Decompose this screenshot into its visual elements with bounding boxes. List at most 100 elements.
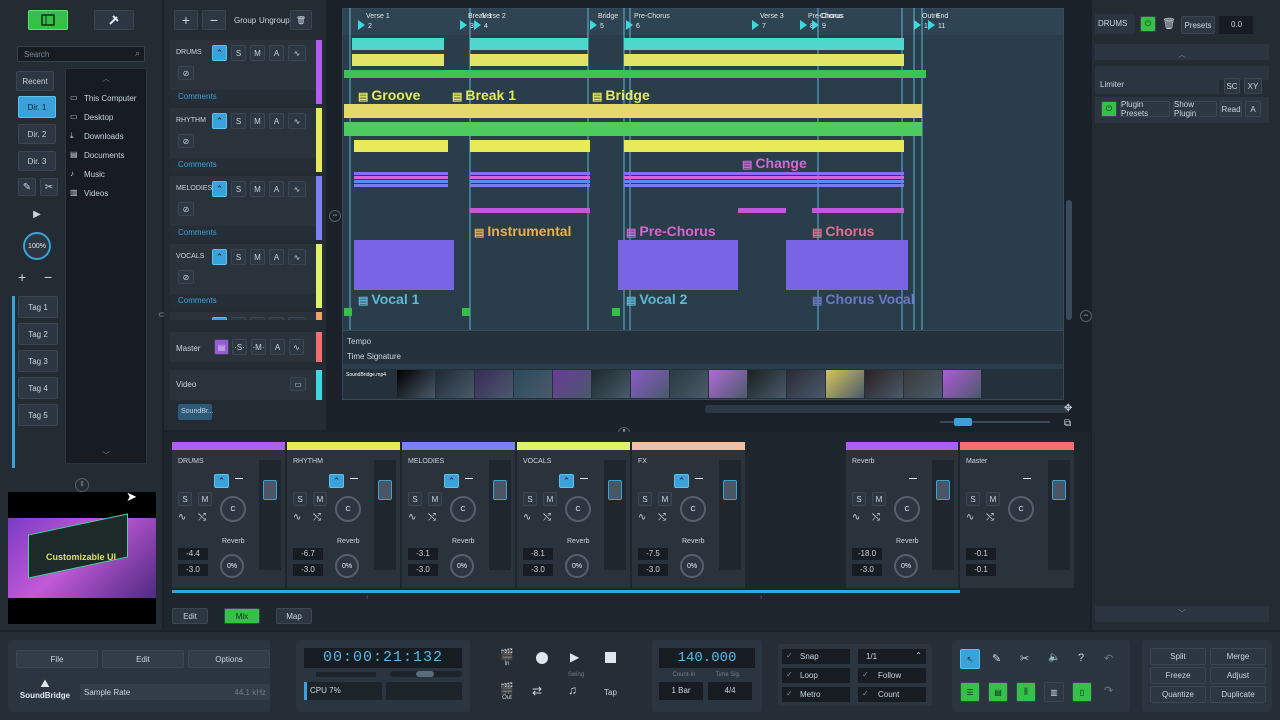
fader[interactable] <box>1048 460 1070 570</box>
sidechain-button[interactable]: SC <box>1224 78 1240 94</box>
curve-button[interactable]: ∿ <box>288 317 306 320</box>
link-button[interactable]: ⊘ <box>178 270 194 284</box>
search-input[interactable]: Search ⌕ <box>17 46 145 62</box>
mute-button[interactable]: M <box>313 492 327 506</box>
melody-clip[interactable] <box>624 172 904 175</box>
shuffle-icon[interactable]: ⤭ <box>428 512 436 523</box>
vocal-clip[interactable] <box>354 240 454 290</box>
master-mute-button[interactable]: ·M· <box>251 339 266 355</box>
melody-clip[interactable] <box>354 172 448 175</box>
solo-button[interactable]: S <box>293 492 307 506</box>
loop-mode-button[interactable]: ⇄ <box>532 684 542 698</box>
mute-button[interactable]: M <box>543 492 557 506</box>
master-fx-button[interactable]: ▤ <box>214 339 229 355</box>
melody-clip[interactable] <box>354 176 448 179</box>
edit-menu[interactable]: Edit <box>102 650 184 668</box>
track-header-fx[interactable]: FX⌃SMA∿⊘ <box>170 312 322 320</box>
phone-view-button[interactable]: ▯ <box>1072 682 1092 702</box>
fader[interactable] <box>932 460 954 570</box>
send-knob[interactable]: 0% <box>220 554 244 578</box>
dir-2-button[interactable]: Dir. 2 <box>18 124 56 144</box>
pan-knob[interactable]: C <box>335 496 361 522</box>
pan-field[interactable]: -3.0 <box>638 564 668 576</box>
grid-select[interactable]: 1/1 ⌃ <box>858 649 926 664</box>
fader-handle[interactable] <box>936 480 950 500</box>
master-solo-button[interactable]: ·S· <box>232 339 247 355</box>
send-knob[interactable]: 0% <box>565 554 589 578</box>
plugin-slot[interactable]: Limiter <box>1095 76 1219 94</box>
drum-clip[interactable] <box>470 38 588 50</box>
curve-icon[interactable]: ∿ <box>293 512 301 523</box>
melody-clip[interactable] <box>470 184 590 187</box>
curve-icon[interactable]: ∿ <box>178 512 186 523</box>
automation-button[interactable]: A <box>269 317 284 320</box>
link-button[interactable]: ⊘ <box>178 66 194 80</box>
master-curve-button[interactable]: ∿ <box>289 339 304 355</box>
location-item[interactable]: ▤ Documents <box>70 150 144 164</box>
dir-3-button[interactable]: Dir. 3 <box>18 151 56 171</box>
master-automation-button[interactable]: A <box>270 339 285 355</box>
curve-button[interactable]: ∿ <box>288 113 306 129</box>
drum-fill-clip[interactable] <box>344 70 926 78</box>
send-knob[interactable]: 0% <box>894 554 918 578</box>
pencil-tool-button[interactable]: ✎ <box>992 652 1001 665</box>
comments-row[interactable]: Comments <box>170 294 316 308</box>
marker-5[interactable]: 5 Bridge <box>590 12 618 34</box>
chevron-left-icon[interactable]: ‹ <box>366 594 368 601</box>
in-button[interactable]: 🎬 In <box>494 648 520 670</box>
vocal-clip[interactable] <box>618 240 738 290</box>
curve-icon[interactable]: ∿ <box>523 512 531 523</box>
monitor-button[interactable]: ⌃ <box>212 45 227 61</box>
pan-field[interactable]: -3.0 <box>408 564 438 576</box>
melody-clip[interactable] <box>470 172 590 175</box>
automation-button[interactable]: A <box>269 45 284 61</box>
zoom-slider[interactable] <box>940 418 1050 426</box>
shuffle-icon[interactable]: ⤭ <box>543 512 551 523</box>
record-button[interactable] <box>536 652 548 664</box>
tab-mix[interactable]: Mix <box>224 608 260 624</box>
video-track-header[interactable]: Video ▭ <box>170 370 322 400</box>
pointer-tool-button[interactable]: ↖ <box>960 649 980 669</box>
chevron-down-icon[interactable]: ﹀ <box>102 450 110 461</box>
loop-toggle[interactable]: ✓ Loop <box>782 668 850 683</box>
pan-field[interactable]: -3.0 <box>178 564 208 576</box>
automation-a-button[interactable]: A <box>1245 101 1261 117</box>
tag-4-button[interactable]: Tag 4 <box>18 377 58 399</box>
mute-button[interactable]: M <box>250 45 265 61</box>
vertical-scrollbar[interactable] <box>1066 40 1072 330</box>
solo-button[interactable]: S <box>231 249 246 265</box>
collapse-tracks-handle[interactable]: ⇔ <box>329 210 341 222</box>
position-slider[interactable] <box>390 671 462 677</box>
redo-button[interactable]: ↷ <box>1104 684 1113 697</box>
pan-knob[interactable]: C <box>450 496 476 522</box>
melody-clip[interactable] <box>624 176 904 179</box>
send-knob[interactable]: 0% <box>450 554 474 578</box>
volume-field[interactable]: -7.5 <box>638 548 668 560</box>
dir-1-button[interactable]: Dir. 1 <box>18 96 56 118</box>
drum-clip[interactable] <box>352 38 444 50</box>
track-delete-button[interactable]: 🗑 <box>1162 17 1176 30</box>
fader-handle[interactable] <box>493 480 507 500</box>
plugin-presets-button[interactable]: Plugin Presets <box>1120 100 1170 118</box>
pan-knob[interactable]: C <box>220 496 246 522</box>
fader[interactable] <box>374 460 396 570</box>
curve-icon[interactable]: ∿ <box>638 512 646 523</box>
volume-field[interactable]: -3.1 <box>408 548 438 560</box>
comments-row[interactable]: Comments <box>170 90 316 104</box>
presets-button[interactable]: Presets <box>1181 16 1215 34</box>
speaker-tool-button[interactable]: 🔈 <box>1048 652 1060 663</box>
count-in-select[interactable]: 1 Bar <box>659 682 703 700</box>
plugin-power-button[interactable]: ⏻ <box>1101 101 1117 117</box>
monitor-button[interactable]: ⌃ <box>444 474 459 488</box>
marker-6[interactable]: 6 Pre-Chorus <box>626 12 670 34</box>
curve-button[interactable]: ∿ <box>288 181 306 197</box>
play-preview-button[interactable]: ▶ <box>28 205 46 223</box>
pan-knob[interactable]: C <box>1008 496 1034 522</box>
time-sig-select[interactable]: 4/4 <box>708 682 752 700</box>
tempo-lane[interactable]: Tempo Time Signature <box>343 330 1063 364</box>
solo-button[interactable]: S <box>523 492 537 506</box>
location-item[interactable]: ▭ This Computer <box>70 93 144 107</box>
add-tag-button[interactable]: + <box>18 269 26 285</box>
master-track-header[interactable]: Master ▤ ·S· ·M· A ∿ <box>170 332 322 362</box>
preview-volume-knob[interactable]: 100% <box>23 232 51 260</box>
